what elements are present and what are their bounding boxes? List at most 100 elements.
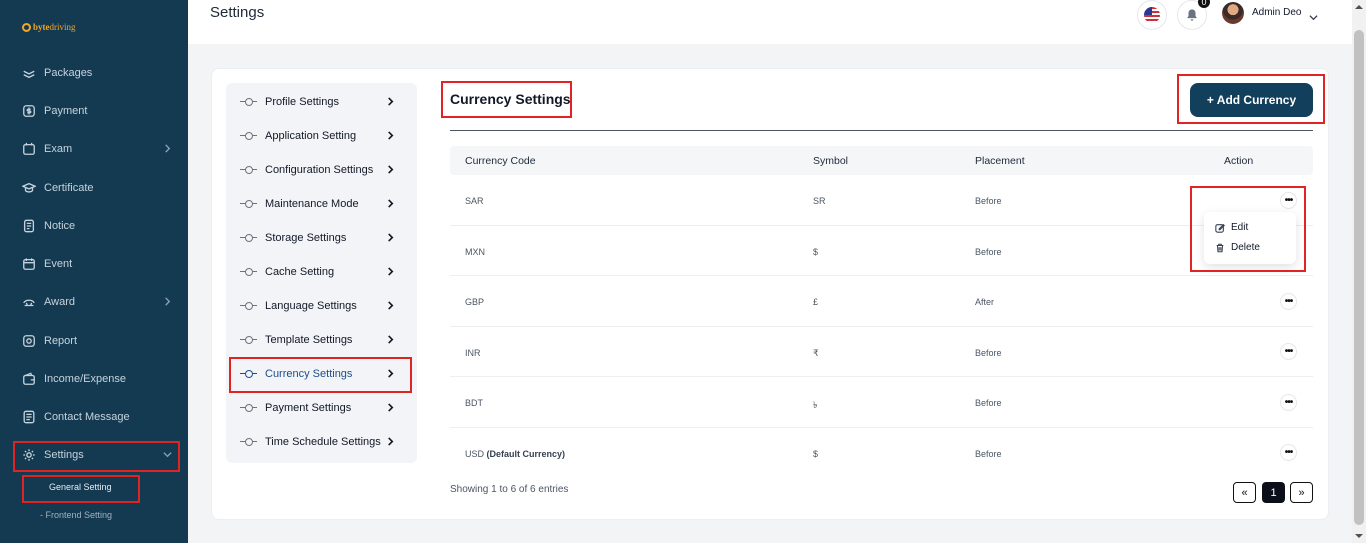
sidebar-item-certificate[interactable]: Certificate bbox=[22, 181, 172, 195]
cell-placement: Before bbox=[975, 398, 1002, 408]
language-switcher[interactable] bbox=[1137, 0, 1167, 30]
sidebar-item-report[interactable]: Report bbox=[22, 334, 172, 348]
chevron-right-icon bbox=[386, 165, 395, 177]
settings-menu-language[interactable]: Language Settings bbox=[240, 296, 405, 316]
more-icon: ••• bbox=[1284, 446, 1293, 458]
cell-symbol: £ bbox=[813, 297, 819, 307]
scroll-up-icon[interactable] bbox=[1355, 3, 1363, 11]
row-actions-button[interactable]: ••• bbox=[1280, 293, 1297, 310]
cell-placement: Before bbox=[975, 196, 1002, 206]
exam-icon bbox=[22, 142, 36, 156]
sidebar-item-packages[interactable]: Packages bbox=[22, 66, 172, 80]
scroll-down-icon[interactable] bbox=[1355, 532, 1363, 540]
sidebar-item-event[interactable]: Event bbox=[22, 257, 172, 271]
sidebar-item-exam[interactable]: Exam bbox=[22, 142, 172, 156]
cell-symbol: SR bbox=[813, 196, 826, 206]
chevron-right-icon bbox=[386, 97, 395, 109]
sidebar-item-notice[interactable]: Notice bbox=[22, 219, 172, 233]
column-header: Placement bbox=[975, 155, 1025, 167]
settings-menu-application[interactable]: Application Setting bbox=[240, 126, 405, 146]
chevron-right-icon bbox=[386, 131, 395, 143]
logo-mark-icon bbox=[22, 22, 31, 32]
avatar[interactable] bbox=[1222, 2, 1244, 24]
table-row: USD (Default Currency) $ Before ••• bbox=[450, 428, 1313, 478]
more-icon: ••• bbox=[1284, 295, 1293, 307]
cell-code: BDT bbox=[465, 398, 483, 408]
settings-menu-time-schedule[interactable]: Time Schedule Settings bbox=[240, 432, 405, 452]
settings-menu-cache[interactable]: Cache Setting bbox=[240, 262, 405, 282]
cell-symbol: $ bbox=[813, 449, 819, 459]
chevron-right-icon bbox=[386, 233, 395, 245]
cell-symbol: ৳ bbox=[813, 400, 818, 410]
node-icon bbox=[240, 335, 257, 345]
highlight-box bbox=[229, 357, 412, 393]
cell-placement: After bbox=[975, 297, 995, 307]
sidebar-item-payment[interactable]: Payment bbox=[22, 104, 172, 118]
highlight-box bbox=[1190, 186, 1306, 272]
bell-icon bbox=[1187, 9, 1197, 21]
message-icon bbox=[22, 410, 36, 424]
settings-menu-storage[interactable]: Storage Settings bbox=[240, 228, 405, 248]
dollar-icon bbox=[22, 104, 36, 118]
node-icon bbox=[240, 437, 257, 447]
certificate-icon bbox=[22, 181, 36, 195]
chevron-right-icon bbox=[386, 199, 395, 211]
notice-icon bbox=[22, 219, 36, 233]
chevron-right-icon bbox=[386, 301, 395, 313]
divider bbox=[450, 130, 1313, 131]
user-name[interactable]: Admin Deo bbox=[1252, 7, 1301, 18]
row-actions-button[interactable]: ••• bbox=[1280, 394, 1297, 411]
chevron-right-icon bbox=[386, 267, 395, 279]
node-icon bbox=[240, 199, 257, 209]
table-header: Currency Code Symbol Placement Action bbox=[450, 146, 1313, 175]
node-icon bbox=[240, 165, 257, 175]
table-row: GBP £ After ••• bbox=[450, 277, 1313, 327]
cell-code: INR bbox=[465, 348, 481, 358]
row-actions-button[interactable]: ••• bbox=[1280, 444, 1297, 461]
report-icon bbox=[22, 334, 36, 348]
node-icon bbox=[240, 131, 257, 141]
more-icon: ••• bbox=[1284, 345, 1293, 357]
sidebar-subitem-frontend-setting[interactable]: - Frontend Setting bbox=[40, 510, 112, 520]
cell-placement: Before bbox=[975, 348, 1002, 358]
chevron-down-icon[interactable] bbox=[1309, 9, 1318, 27]
column-header: Action bbox=[1224, 155, 1254, 167]
sidebar-item-income-expense[interactable]: Income/Expense bbox=[22, 372, 172, 386]
cell-placement: Before bbox=[975, 449, 1002, 459]
highlight-box bbox=[13, 441, 180, 472]
sidebar-item-award[interactable]: Award bbox=[22, 295, 172, 309]
node-icon bbox=[240, 97, 257, 107]
scroll-thumb[interactable] bbox=[1354, 30, 1364, 525]
entries-info: Showing 1 to 6 of 6 entries bbox=[450, 484, 569, 495]
us-flag-icon bbox=[1144, 7, 1160, 23]
highlight-box bbox=[441, 81, 572, 118]
settings-menu-profile[interactable]: Profile Settings bbox=[240, 92, 405, 112]
chevron-right-icon bbox=[386, 437, 395, 449]
settings-menu-maintenance[interactable]: Maintenance Mode bbox=[240, 194, 405, 214]
page-scrollbar[interactable] bbox=[1352, 0, 1366, 543]
column-header: Currency Code bbox=[465, 155, 536, 167]
pagination-page-1[interactable]: 1 bbox=[1262, 482, 1285, 503]
highlight-box bbox=[22, 475, 140, 503]
settings-menu-payment[interactable]: Payment Settings bbox=[240, 398, 405, 418]
brand-logo[interactable]: bytedriving bbox=[22, 22, 76, 32]
chevron-right-icon bbox=[386, 403, 395, 415]
table-row: BDT ৳ Before ••• bbox=[450, 378, 1313, 428]
row-actions-button[interactable]: ••• bbox=[1280, 343, 1297, 360]
table-row: INR ₹ Before ••• bbox=[450, 327, 1313, 377]
notifications-button[interactable]: 0 bbox=[1177, 0, 1210, 30]
highlight-box bbox=[1177, 74, 1325, 124]
chevron-right-icon bbox=[163, 144, 172, 156]
settings-menu-configuration[interactable]: Configuration Settings bbox=[240, 160, 405, 180]
cell-code: SAR bbox=[465, 196, 484, 206]
sidebar-item-contact-message[interactable]: Contact Message bbox=[22, 410, 172, 424]
settings-menu-template[interactable]: Template Settings bbox=[240, 330, 405, 350]
pagination-next[interactable]: » bbox=[1290, 482, 1313, 503]
cell-symbol: ₹ bbox=[813, 348, 819, 358]
default-currency-tag: (Default Currency) bbox=[486, 449, 566, 459]
chevron-right-icon bbox=[163, 297, 172, 309]
cell-code: MXN bbox=[465, 247, 485, 257]
layers-icon bbox=[22, 66, 36, 80]
pagination-prev[interactable]: « bbox=[1233, 482, 1256, 503]
cell-placement: Before bbox=[975, 247, 1002, 257]
